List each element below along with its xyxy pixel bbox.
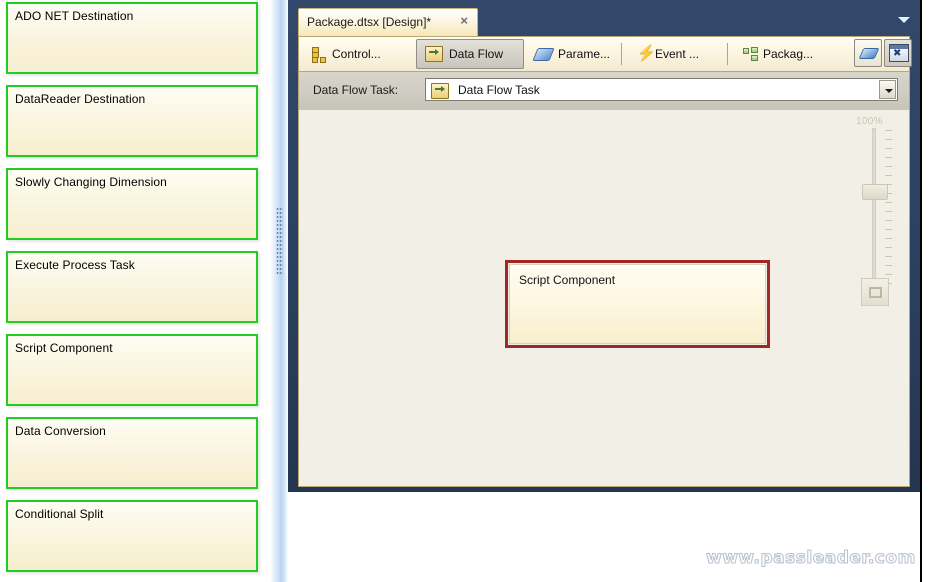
execute-button[interactable] <box>884 39 912 67</box>
toolbox-item-execute-process-task[interactable]: Execute Process Task <box>6 251 258 323</box>
toolbox-item-label: Execute Process Task <box>15 258 135 272</box>
toolbox-item-label: Slowly Changing Dimension <box>15 175 167 189</box>
tab-separator <box>727 43 728 65</box>
canvas-node-label: Script Component <box>519 273 616 287</box>
document-tab-package-dtsx[interactable]: Package.dtsx [Design]* × <box>298 8 478 36</box>
tab-label: Event ... <box>655 47 700 61</box>
fit-to-window-button[interactable] <box>861 278 889 306</box>
zoom-slider-track[interactable] <box>872 128 876 288</box>
chevron-down-icon[interactable] <box>898 17 910 23</box>
tab-label: Data Flow <box>449 47 504 61</box>
toolbox-item-label: ADO NET Destination <box>15 9 134 23</box>
tab-control-flow[interactable]: Control... <box>303 39 389 69</box>
execute-window-icon <box>889 44 909 62</box>
tab-label: Parame... <box>558 47 611 61</box>
zoom-percent-label: 100% <box>856 116 883 127</box>
toolbox-item-label: Data Conversion <box>15 424 106 438</box>
event-handlers-icon: ⚡ <box>637 44 656 62</box>
toolbox-item-data-conversion[interactable]: Data Conversion <box>6 417 258 489</box>
zoom-slider-control: 100% <box>844 110 904 486</box>
tab-package-explorer[interactable]: Packag... <box>735 39 821 69</box>
fit-to-window-icon <box>869 287 882 298</box>
toolbox-item-script-component[interactable]: Script Component <box>6 334 258 406</box>
data-flow-task-selector-row: Data Flow Task: Data Flow Task <box>298 72 910 110</box>
data-flow-icon <box>425 46 443 62</box>
annotation-button[interactable] <box>854 39 882 67</box>
parameters-icon <box>532 47 555 61</box>
designer-panel: Package.dtsx [Design]* × Control... Data… <box>288 0 922 494</box>
designer-tabstrip: Control... Data Flow Parame... ⚡ Event .… <box>298 36 910 72</box>
tab-separator <box>621 43 622 65</box>
combobox-dropdown-button[interactable] <box>879 80 896 99</box>
tab-parameters[interactable]: Parame... <box>527 39 618 69</box>
zoom-slider-thumb[interactable] <box>862 184 888 200</box>
document-tab-label: Package.dtsx [Design]* <box>307 15 432 29</box>
splitter-grip-icon <box>276 207 283 275</box>
tab-event-handlers[interactable]: ⚡ Event ... <box>629 39 707 69</box>
tab-label: Control... <box>332 47 381 61</box>
data-flow-canvas[interactable]: Script Component 100% <box>298 110 910 487</box>
toolbox-item-datareader-destination[interactable]: DataReader Destination <box>6 85 258 157</box>
zoom-slider-ticks <box>885 130 892 288</box>
toolbox-item-label: DataReader Destination <box>15 92 146 106</box>
annotation-icon <box>858 48 880 59</box>
toolbox-item-label: Conditional Split <box>15 507 104 521</box>
watermark: www.passleader.com <box>706 548 916 569</box>
data-flow-task-icon <box>431 83 449 99</box>
toolbox-item-conditional-split[interactable]: Conditional Split <box>6 500 258 572</box>
canvas-node-body: Script Component <box>509 264 766 344</box>
data-flow-task-value: Data Flow Task <box>458 83 540 97</box>
close-icon[interactable]: × <box>460 14 468 28</box>
tab-label: Packag... <box>763 47 814 61</box>
toolbox-panel: ADO NET Destination DataReader Destinati… <box>0 0 268 582</box>
toolbox-item-ado-net-destination[interactable]: ADO NET Destination <box>6 2 258 74</box>
toolbox-item-slowly-changing-dimension[interactable]: Slowly Changing Dimension <box>6 168 258 240</box>
toolbox-item-label: Script Component <box>15 341 113 355</box>
panel-splitter[interactable] <box>270 0 288 582</box>
chevron-down-icon <box>885 89 893 93</box>
control-flow-icon <box>311 46 326 63</box>
package-explorer-icon <box>743 47 758 61</box>
data-flow-task-label: Data Flow Task: <box>313 83 399 97</box>
tab-data-flow[interactable]: Data Flow <box>416 39 524 69</box>
canvas-node-script-component[interactable]: Script Component <box>505 260 770 348</box>
data-flow-task-combobox[interactable]: Data Flow Task <box>425 78 898 101</box>
image-right-border <box>920 0 922 582</box>
